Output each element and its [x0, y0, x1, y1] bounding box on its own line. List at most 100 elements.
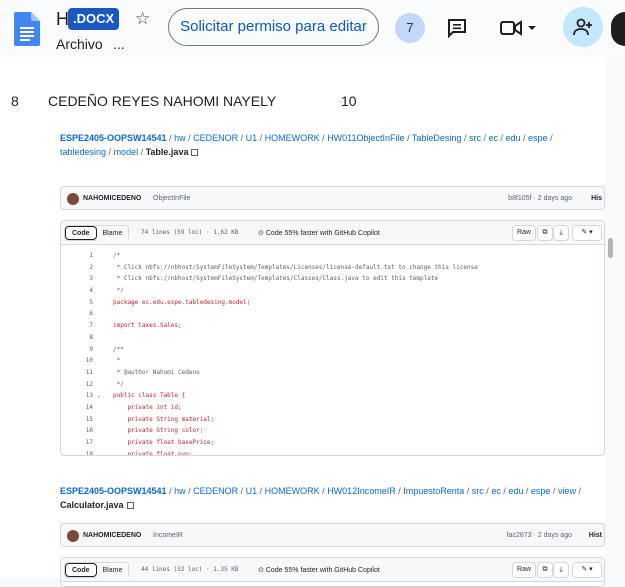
- breadcrumb-separator: /: [550, 486, 558, 496]
- breadcrumb-link[interactable]: hw: [174, 486, 186, 496]
- menu-more[interactable]: ...: [113, 36, 125, 52]
- code-header: Code Blame 44 lines (32 loc) · 1.35 KB ⊙ …: [61, 558, 604, 582]
- commit-hash[interactable]: fac2873 · 2 days ago: [507, 532, 572, 539]
- student-name: CEDEÑO REYES NAHOMI NAYELY: [48, 93, 277, 109]
- line-number[interactable]: 13: [61, 390, 93, 402]
- breadcrumb-link[interactable]: espe: [531, 486, 551, 496]
- breadcrumb-link[interactable]: espe: [528, 133, 548, 143]
- tab-blame[interactable]: Blame: [96, 564, 129, 578]
- edit-menu[interactable]: ✎ ▾: [572, 562, 602, 578]
- code-line: 8: [61, 332, 604, 344]
- breadcrumb-link[interactable]: ESPE2405-OOPSW14541: [60, 486, 167, 496]
- commit-message[interactable]: ObjectInFile: [153, 195, 190, 202]
- copy-icon[interactable]: ⧉: [537, 225, 553, 241]
- commit-message[interactable]: IncomeIR: [153, 532, 183, 539]
- line-number[interactable]: 18: [61, 449, 93, 455]
- line-number[interactable]: 6: [61, 308, 93, 320]
- breadcrumb-link[interactable]: view: [558, 486, 576, 496]
- line-number[interactable]: 7: [61, 320, 93, 332]
- breadcrumb-link[interactable]: tabledesing: [60, 147, 106, 157]
- breadcrumb-link[interactable]: HOMEWORK: [265, 486, 320, 496]
- download-icon[interactable]: ⤓: [553, 225, 569, 241]
- copy-path-icon[interactable]: [191, 149, 199, 157]
- line-number[interactable]: 1: [61, 250, 93, 262]
- code-line: 4 */: [61, 285, 604, 297]
- comments-icon[interactable]: [443, 14, 471, 42]
- file-name: Calculator.java: [60, 500, 124, 510]
- account-button-edge[interactable]: [611, 12, 625, 46]
- breadcrumb-link[interactable]: src: [472, 486, 484, 496]
- breadcrumb-link[interactable]: ec: [491, 486, 501, 496]
- breadcrumb-link[interactable]: ImpuestoRenta: [403, 486, 464, 496]
- add-people-button[interactable]: [563, 7, 603, 47]
- line-number[interactable]: 14: [61, 402, 93, 414]
- copy-path-icon[interactable]: [126, 502, 134, 510]
- star-icon[interactable]: ☆: [135, 9, 150, 29]
- google-docs-icon[interactable]: [14, 12, 40, 46]
- breadcrumb-link[interactable]: TableDesing: [412, 133, 462, 143]
- raw-button[interactable]: Raw: [512, 225, 536, 241]
- breadcrumb-separator: /: [461, 133, 469, 143]
- code-text: */: [113, 287, 124, 295]
- line-number[interactable]: 9: [61, 344, 93, 356]
- file-meta: 74 lines (59 loc) · 1.62 KB: [141, 229, 239, 236]
- breadcrumb-link[interactable]: U1: [246, 133, 258, 143]
- chevron-down-icon[interactable]: [524, 14, 540, 42]
- commit-user[interactable]: NAHOMICEDENO: [83, 532, 141, 539]
- avatar[interactable]: [67, 530, 79, 542]
- breadcrumb-link[interactable]: CEDENOR: [193, 133, 238, 143]
- video-call-icon[interactable]: [497, 14, 525, 42]
- scrollbar-thumb[interactable]: [608, 238, 613, 258]
- tab-code[interactable]: Code: [65, 563, 97, 577]
- line-number[interactable]: 2: [61, 262, 93, 274]
- file-meta: 44 lines (32 loc) · 1.35 KB: [141, 566, 239, 573]
- code-blame-toggle: Code Blame: [64, 225, 130, 241]
- person-add-icon: [573, 18, 592, 36]
- breadcrumb-link[interactable]: edu: [506, 133, 521, 143]
- line-number[interactable]: 4: [61, 285, 93, 297]
- breadcrumb-separator: /: [238, 133, 246, 143]
- breadcrumb-link[interactable]: ec: [488, 133, 498, 143]
- breadcrumb-link[interactable]: HOMEWORK: [265, 133, 320, 143]
- breadcrumb-link[interactable]: hw: [174, 133, 186, 143]
- edit-menu[interactable]: ✎ ▾: [572, 225, 602, 241]
- code-text: private String material;: [113, 415, 215, 423]
- code-text: * Click nbfs://nbhost/SystemFileSystem/T…: [113, 275, 439, 283]
- line-number[interactable]: 11: [61, 367, 93, 379]
- code-text: private String color;: [113, 427, 204, 435]
- raw-button[interactable]: Raw: [512, 562, 536, 578]
- breadcrumb-separator: /: [523, 486, 531, 496]
- request-edit-permission-button[interactable]: Solicitar permiso para editar: [168, 8, 379, 46]
- row-number: 8: [11, 93, 19, 109]
- breadcrumb-link[interactable]: HW012IncomeIR: [327, 486, 396, 496]
- breadcrumb-link[interactable]: model: [114, 147, 139, 157]
- breadcrumb-link[interactable]: CEDENOR: [193, 486, 238, 496]
- tab-blame[interactable]: Blame: [96, 227, 129, 241]
- menu-archivo[interactable]: Archivo: [56, 36, 103, 52]
- breadcrumb-link[interactable]: src: [469, 133, 481, 143]
- line-number[interactable]: 16: [61, 425, 93, 437]
- breadcrumb-link[interactable]: ESPE2405-OOPSW14541: [60, 133, 167, 143]
- line-number[interactable]: 3: [61, 273, 93, 285]
- line-number[interactable]: 17: [61, 437, 93, 449]
- history-link[interactable]: Hist: [589, 532, 602, 539]
- breadcrumb-link[interactable]: HW011ObjectInFile: [327, 133, 404, 143]
- breadcrumb-link[interactable]: edu: [508, 486, 523, 496]
- breadcrumb-link[interactable]: U1: [246, 486, 258, 496]
- copilot-promo[interactable]: ⊙ Code 55% faster with GitHub Copilot: [258, 566, 380, 574]
- commit-user[interactable]: NAHOMICEDENO: [83, 195, 141, 202]
- download-icon[interactable]: ⤓: [553, 562, 569, 578]
- line-number[interactable]: 10: [61, 355, 93, 367]
- history-link[interactable]: His: [591, 195, 602, 202]
- line-number[interactable]: 5: [61, 297, 93, 309]
- viewer-count-badge[interactable]: 7: [395, 13, 425, 43]
- tab-code[interactable]: Code: [65, 226, 97, 240]
- copilot-promo[interactable]: ⊙ Code 55% faster with GitHub Copilot: [258, 229, 380, 237]
- line-number[interactable]: 8: [61, 332, 93, 344]
- commit-hash[interactable]: b8f105f · 2 days ago: [508, 195, 572, 202]
- avatar[interactable]: [67, 193, 79, 205]
- line-number[interactable]: 12: [61, 379, 93, 391]
- line-number[interactable]: 15: [61, 414, 93, 426]
- fold-chevron-icon[interactable]: ⌄: [97, 390, 101, 402]
- copy-icon[interactable]: ⧉: [537, 562, 553, 578]
